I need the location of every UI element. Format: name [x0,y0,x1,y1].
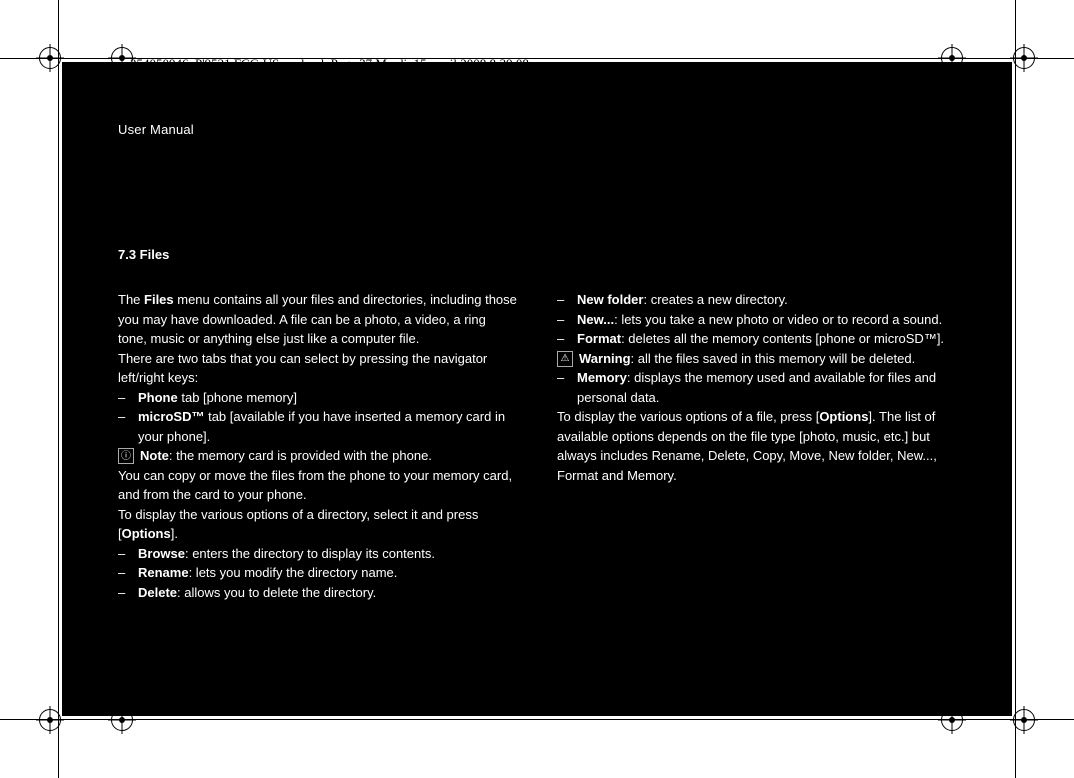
source-file-header: 254050946_P'9521 FCC-US_en.book Page 37 … [130,56,529,72]
list-item: – Format: deletes all the memory content… [557,329,956,349]
paragraph: You can copy or move the files from the … [118,466,517,505]
list-item: – Delete: allows you to delete the direc… [118,583,517,603]
paragraph: The Files menu contains all your files a… [118,290,517,349]
paragraph: To display the various options of a file… [557,407,956,485]
warning-icon: ⚠ [557,351,573,367]
list-item: – Browse: enters the directory to displa… [118,544,517,564]
column-right: – New folder: creates a new directory. –… [557,290,956,602]
list-item: – Rename: lets you modify the directory … [118,563,517,583]
info-icon: ⓘ [118,448,134,464]
content-columns: The Files menu contains all your files a… [118,290,956,602]
registration-mark-icon [1014,710,1034,730]
column-left: The Files menu contains all your files a… [118,290,517,602]
warning-row: ⚠ Warning: all the files saved in this m… [557,349,956,369]
section-title: 7.3 Files [118,247,956,262]
paragraph: There are two tabs that you can select b… [118,349,517,388]
crop-line-right [1015,0,1016,778]
crop-line-left [58,0,59,778]
registration-mark-icon [40,710,60,730]
crop-line-bottom [0,719,1074,720]
page-body: User Manual 7.3 Files The Files menu con… [62,62,1012,716]
list-item: – New...: lets you take a new photo or v… [557,310,956,330]
list-item: – New folder: creates a new directory. [557,290,956,310]
note-row: ⓘ Note: the memory card is provided with… [118,446,517,466]
registration-mark-icon [40,48,60,68]
list-item: – Memory: displays the memory used and a… [557,368,956,407]
list-item: – microSD™ tab [available if you have in… [118,407,517,446]
manual-title: User Manual [118,122,956,137]
registration-mark-icon [1014,48,1034,68]
list-item: – Phone tab [phone memory] [118,388,517,408]
paragraph: To display the various options of a dire… [118,505,517,544]
